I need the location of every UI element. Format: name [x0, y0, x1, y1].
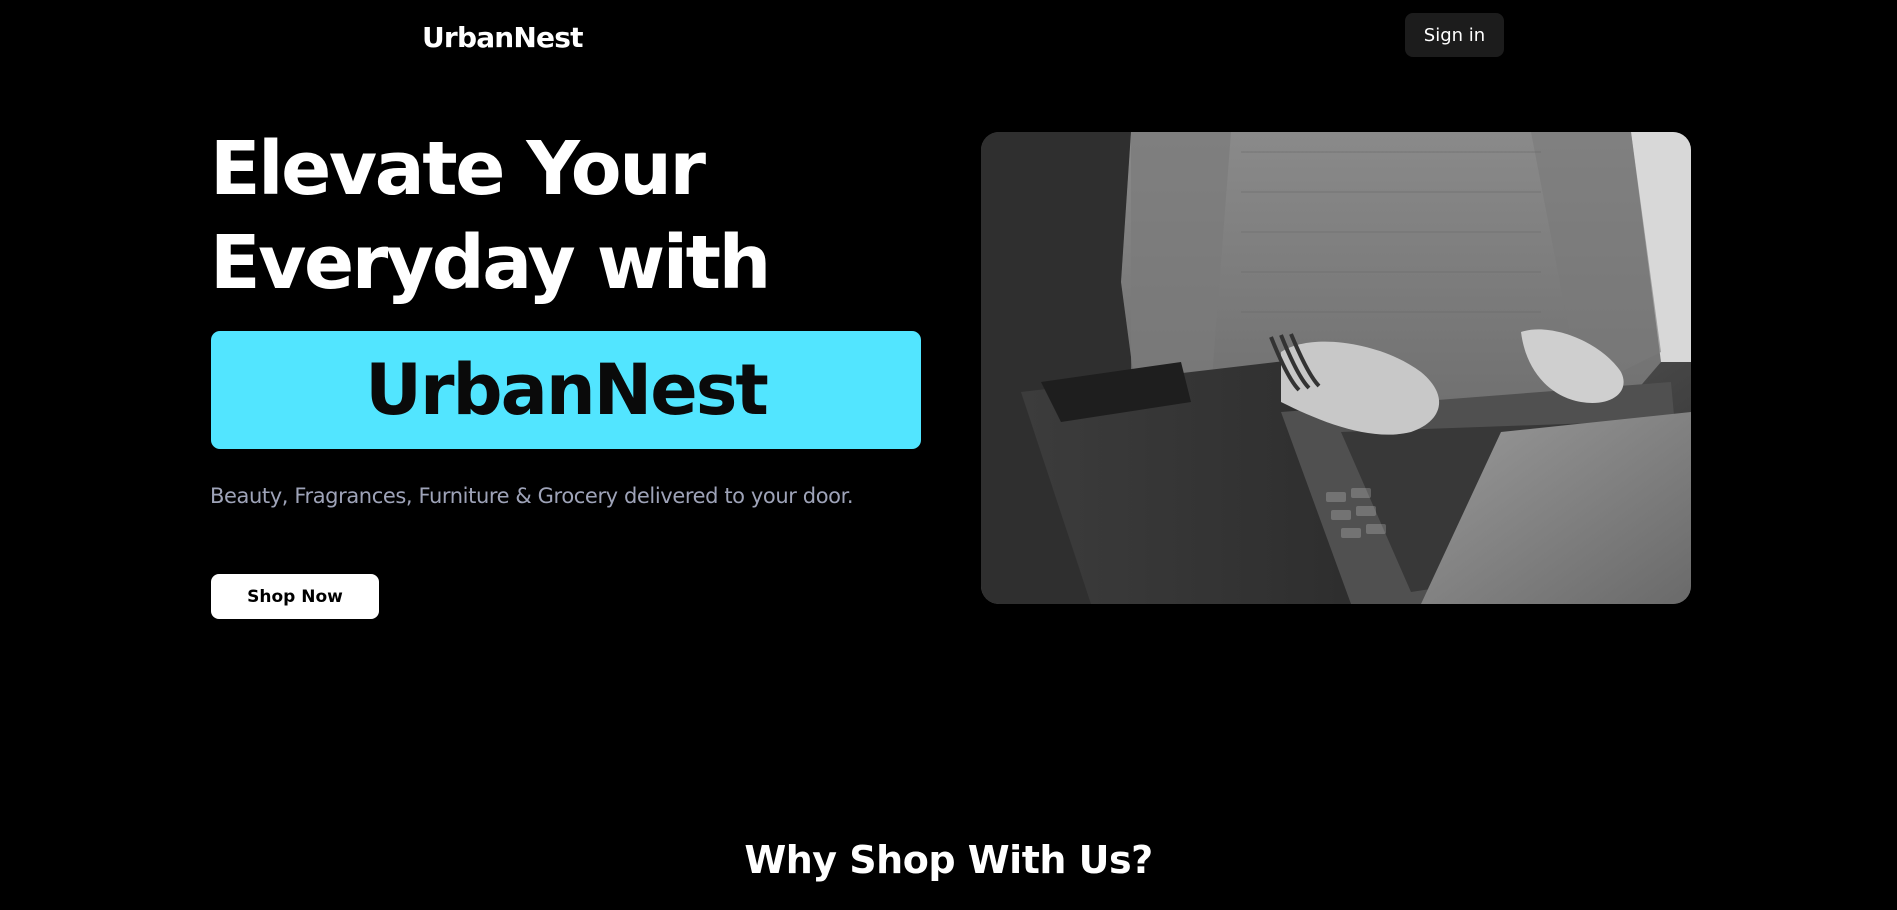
hero-title: Elevate Your Everyday with [210, 122, 950, 310]
hero-title-line-2: Everyday with [210, 220, 771, 306]
hero-image [981, 132, 1691, 604]
brand-highlight-text: UrbanNest [365, 349, 769, 431]
laptop-photo-illustration [981, 132, 1691, 604]
section-title: Why Shop With Us? [744, 838, 1153, 882]
shop-now-button[interactable]: Shop Now [211, 574, 379, 619]
brand-highlight-banner: UrbanNest [211, 331, 921, 449]
hero-title-line-1: Elevate Your [210, 126, 706, 212]
brand-logo[interactable]: UrbanNest [422, 18, 584, 58]
hero-tagline: Beauty, Fragrances, Furniture & Grocery … [210, 484, 854, 508]
sign-in-button[interactable]: Sign in [1405, 13, 1504, 57]
